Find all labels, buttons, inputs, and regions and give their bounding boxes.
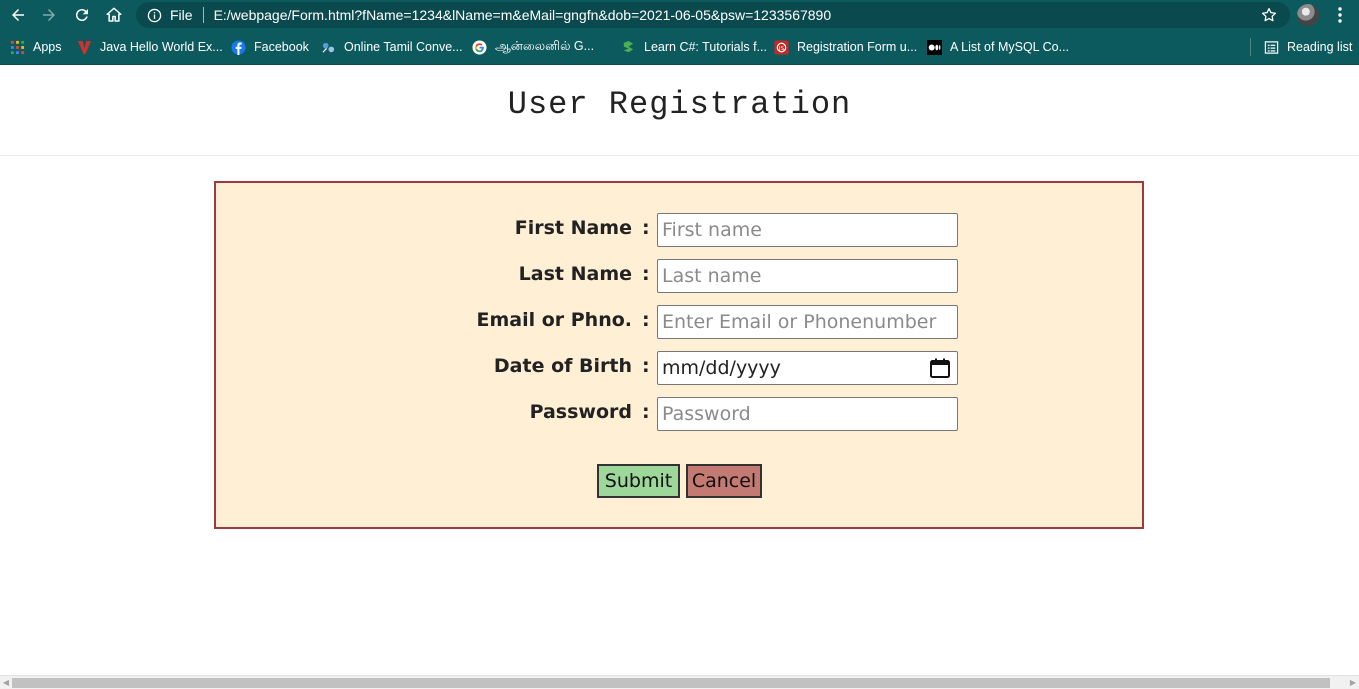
reading-list-label: Reading list bbox=[1287, 40, 1353, 54]
bookmark-registration-form[interactable]: JS Registration Form u... bbox=[773, 39, 917, 55]
forward-button[interactable] bbox=[33, 0, 65, 30]
bookmark-java[interactable]: Java Hello World Ex... bbox=[76, 39, 223, 55]
bookmark-label: A List of MySQL Co... bbox=[950, 40, 1070, 54]
url-text[interactable]: E:/webpage/Form.html?fName=1234&lName=m&… bbox=[214, 7, 832, 23]
date-of-birth-input[interactable]: mm/dd/yyyy bbox=[657, 351, 958, 385]
field-colon: : bbox=[642, 263, 650, 285]
form-row-last-name: Last Name : bbox=[216, 259, 1142, 293]
bookmark-facebook[interactable]: Facebook bbox=[230, 39, 309, 55]
field-colon: : bbox=[642, 309, 650, 331]
first-name-input[interactable] bbox=[657, 213, 958, 247]
last-name-input[interactable] bbox=[657, 259, 958, 293]
registration-form: First Name : Last Name : Email or Phno. … bbox=[214, 181, 1144, 529]
email-or-phone-input[interactable] bbox=[657, 305, 958, 339]
java-v-icon bbox=[76, 39, 92, 55]
back-button[interactable] bbox=[2, 0, 34, 30]
field-colon: : bbox=[642, 217, 650, 239]
scrollbar-thumb[interactable] bbox=[12, 678, 1330, 688]
dob-label: Date of Birth bbox=[493, 355, 632, 377]
last-name-label: Last Name bbox=[518, 263, 632, 285]
bookmark-google-tamil[interactable]: ஆன்லைனில் G... bbox=[471, 39, 594, 55]
facebook-icon bbox=[230, 39, 246, 55]
date-placeholder: mm/dd/yyyy bbox=[662, 357, 781, 379]
page-header: User Registration bbox=[0, 66, 1359, 156]
bookmark-label: Apps bbox=[33, 40, 62, 54]
form-buttons: Submit Cancel bbox=[597, 464, 762, 498]
back-arrow-icon bbox=[12, 9, 24, 21]
calendar-icon[interactable] bbox=[929, 357, 951, 379]
forward-arrow-icon bbox=[43, 9, 55, 21]
field-colon: : bbox=[642, 401, 650, 423]
page-title: User Registration bbox=[507, 86, 852, 123]
bookmark-label: Registration Form u... bbox=[797, 40, 918, 54]
reading-list-icon bbox=[1263, 39, 1279, 55]
bookmark-tamil-converter[interactable]: Online Tamil Conve... bbox=[320, 39, 463, 55]
svg-text:JS: JS bbox=[777, 45, 784, 51]
bookmarks-divider bbox=[1250, 38, 1251, 56]
reload-icon bbox=[75, 9, 88, 22]
learn-csharp-icon bbox=[620, 39, 636, 55]
apps-grid-icon bbox=[9, 39, 25, 55]
url-separator bbox=[202, 7, 204, 23]
scroll-right-icon[interactable]: ▶ bbox=[1348, 678, 1358, 688]
field-colon: : bbox=[642, 355, 650, 377]
medium-icon bbox=[926, 39, 942, 55]
browser-menu-icon[interactable] bbox=[1332, 6, 1348, 24]
bookmark-learn-csharp[interactable]: Learn C#: Tutorials f... bbox=[620, 39, 767, 55]
form-row-dob: Date of Birth : mm/dd/yyyy bbox=[216, 351, 1142, 385]
registration-form-icon: JS bbox=[773, 39, 789, 55]
reading-list-button[interactable]: Reading list bbox=[1263, 39, 1352, 55]
email-label: Email or Phno. bbox=[476, 309, 632, 331]
cancel-button[interactable]: Cancel bbox=[686, 464, 762, 498]
google-icon bbox=[471, 39, 487, 55]
first-name-label: First Name bbox=[514, 217, 632, 239]
bookmarks-bar: Apps Java Hello World Ex... Facebook Onl… bbox=[0, 30, 1359, 65]
bookmark-label: ஆன்லைனில் G... bbox=[495, 39, 595, 53]
bookmark-label: Facebook bbox=[254, 40, 309, 54]
bookmark-mysql-list[interactable]: A List of MySQL Co... bbox=[926, 39, 1069, 55]
bookmark-apps[interactable]: Apps bbox=[9, 39, 62, 55]
site-info-icon[interactable] bbox=[146, 7, 162, 23]
home-button[interactable] bbox=[98, 0, 130, 30]
address-bar[interactable]: File E:/webpage/Form.html?fName=1234&lNa… bbox=[136, 2, 1290, 28]
browser-toolbar: File E:/webpage/Form.html?fName=1234&lNa… bbox=[0, 0, 1359, 30]
form-row-first-name: First Name : bbox=[216, 213, 1142, 247]
bookmark-label: Java Hello World Ex... bbox=[100, 40, 223, 54]
password-label: Password bbox=[529, 401, 632, 423]
bookmark-label: Learn C#: Tutorials f... bbox=[644, 40, 767, 54]
form-row-password: Password : bbox=[216, 397, 1142, 431]
submit-button[interactable]: Submit bbox=[597, 464, 680, 498]
scroll-left-icon[interactable]: ◀ bbox=[1, 678, 11, 688]
url-scheme: File bbox=[170, 7, 193, 23]
horizontal-scrollbar[interactable]: ◀ ▶ bbox=[0, 675, 1359, 689]
password-input[interactable] bbox=[657, 397, 958, 431]
bookmark-label: Online Tamil Conve... bbox=[344, 40, 463, 54]
bookmark-star-icon[interactable] bbox=[1260, 6, 1278, 24]
tamil-converter-icon bbox=[320, 39, 336, 55]
form-row-email: Email or Phno. : bbox=[216, 305, 1142, 339]
profile-avatar[interactable] bbox=[1297, 4, 1319, 26]
home-icon bbox=[106, 7, 122, 22]
reload-button[interactable] bbox=[66, 0, 98, 30]
